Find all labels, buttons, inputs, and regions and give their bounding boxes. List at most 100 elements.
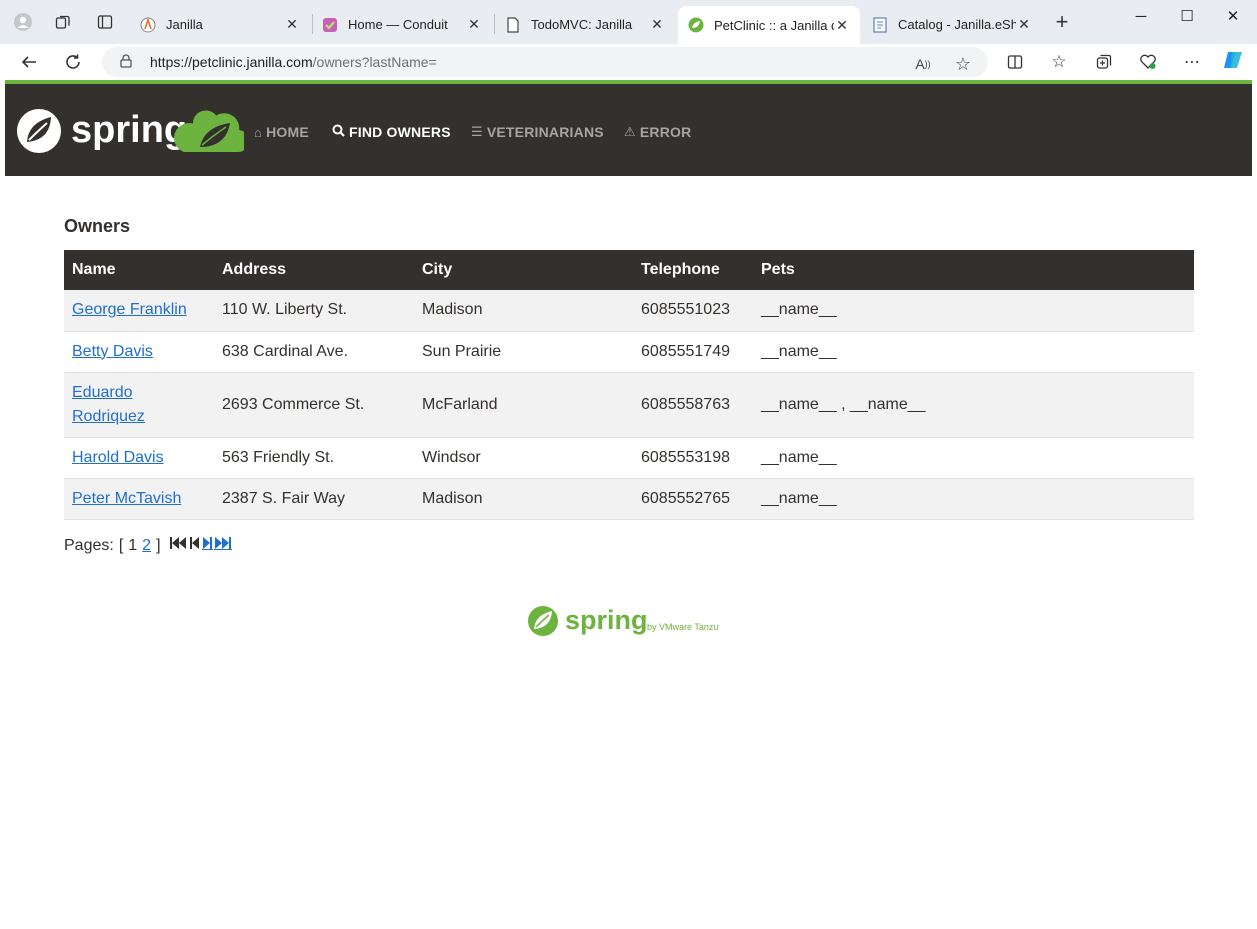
favorites-icon[interactable]: ☆ (1047, 50, 1071, 74)
refresh-icon[interactable] (61, 50, 85, 74)
document-icon (505, 16, 521, 33)
spring-logo[interactable]: spring (16, 107, 249, 155)
owners-table: Name Address City Telephone Pets George … (64, 250, 1194, 520)
browser-essentials-icon[interactable] (1136, 50, 1160, 74)
collections-icon[interactable] (1092, 50, 1116, 74)
previous-page-icon (189, 536, 200, 555)
pets-cell: __name__ , __name__ (753, 372, 1194, 438)
table-row: Peter McTavish 2387 S. Fair Way Madison … (64, 478, 1194, 520)
nav-find-owners[interactable]: FIND OWNERS (332, 124, 451, 140)
owner-link[interactable]: Betty Davis (72, 343, 153, 360)
telephone-cell: 6085558763 (633, 372, 753, 438)
owner-name-cell: Eduardo Rodriquez (64, 372, 214, 438)
owner-link[interactable]: Peter McTavish (72, 490, 181, 507)
column-header-pets[interactable]: Pets (753, 250, 1194, 290)
close-window-icon[interactable]: ✕ (1210, 6, 1256, 26)
page-title: Owners (64, 216, 131, 236)
address-cell: 563 Friendly St. (214, 437, 414, 479)
maximize-icon[interactable]: ☐ (1164, 6, 1210, 26)
nav-home[interactable]: ⌂ HOME (254, 124, 309, 140)
workspaces-icon[interactable] (53, 12, 73, 32)
pagination: Pages: [ 1 2 ] (64, 536, 232, 555)
pets-cell: __name__ (753, 290, 1194, 332)
list-icon: ☰ (471, 124, 483, 139)
footer-tagline: by VMware Tanzu (647, 622, 718, 632)
favorite-star-icon[interactable]: ☆ (952, 53, 974, 75)
city-cell: McFarland (414, 372, 633, 438)
column-header-telephone[interactable]: Telephone (633, 250, 753, 290)
last-page-icon[interactable] (213, 536, 232, 555)
pager-nav (169, 536, 232, 555)
tab-petclinic[interactable]: PetClinic :: a Janilla demonstration ✕ (678, 6, 860, 44)
city-cell: Madison (414, 290, 633, 332)
page-viewport: spring ⌂ HOME FIND OWNERS ☰ VETERINARIAN… (5, 80, 1252, 925)
telephone-cell: 6085552765 (633, 478, 753, 520)
current-page: 1 (128, 536, 138, 554)
next-page-icon[interactable] (201, 536, 213, 555)
nav-home-label: HOME (266, 124, 309, 140)
telephone-cell: 6085553198 (633, 437, 753, 479)
tab-actions-icon[interactable] (95, 12, 115, 32)
close-tab-icon[interactable]: ✕ (649, 16, 665, 33)
brand-text: spring (71, 109, 187, 151)
janilla-icon (140, 16, 156, 33)
catalog-icon (872, 16, 888, 33)
search-icon (332, 124, 345, 140)
address-bar-row: https://petclinic.janilla.com/owners?las… (0, 44, 1257, 80)
pets-cell: __name__ (753, 331, 1194, 373)
close-tab-icon[interactable]: ✕ (466, 16, 482, 33)
first-page-icon (169, 536, 187, 555)
pets-cell: __name__ (753, 437, 1194, 479)
nav-veterinarians[interactable]: ☰ VETERINARIANS (471, 124, 604, 140)
footer-brand-text: spring (565, 605, 648, 635)
column-header-address[interactable]: Address (214, 250, 414, 290)
tab-janilla[interactable]: Janilla ✕ (130, 8, 310, 41)
copilot-icon[interactable] (1221, 48, 1245, 72)
url-path: /owners?lastName= (312, 54, 437, 70)
new-tab-icon[interactable]: + (1052, 9, 1072, 34)
pager-bracket-close: ] (156, 536, 161, 554)
owner-name-cell: Peter McTavish (64, 478, 214, 520)
nav-find-owners-label: FIND OWNERS (349, 124, 451, 140)
page-2-link[interactable]: 2 (142, 537, 151, 555)
more-options-icon[interactable]: ⋯ (1180, 50, 1204, 74)
address-cell: 2387 S. Fair Way (214, 478, 414, 520)
column-header-city[interactable]: City (414, 250, 633, 290)
conduit-icon (322, 17, 338, 33)
tab-title: Janilla (166, 17, 203, 32)
navbar: spring ⌂ HOME FIND OWNERS ☰ VETERINARIAN… (5, 84, 1252, 176)
telephone-cell: 6085551749 (633, 331, 753, 373)
column-header-name[interactable]: Name (64, 250, 214, 290)
tab-title: Catalog - Janilla.eShop (898, 17, 1016, 32)
warning-icon: ⚠ (624, 124, 636, 139)
nav-error-label: ERROR (639, 124, 692, 140)
minimize-icon[interactable]: ─ (1118, 6, 1164, 26)
close-tab-icon[interactable]: ✕ (284, 16, 300, 33)
footer-spring-logo: spring by VMware Tanzu (527, 604, 731, 638)
tab-title: Home — Conduit (348, 17, 448, 32)
city-cell: Madison (414, 478, 633, 520)
owner-link[interactable]: Eduardo Rodriquez (72, 384, 145, 425)
table-row: Eduardo Rodriquez 2693 Commerce St. McFa… (64, 372, 1194, 438)
tab-todomvc[interactable]: TodoMVC: Janilla ✕ (495, 8, 675, 41)
tab-title: PetClinic :: a Janilla demonstration (714, 17, 834, 33)
read-aloud-icon[interactable]: A)) (912, 53, 934, 75)
tab-conduit[interactable]: Home — Conduit ✕ (312, 8, 492, 41)
close-tab-icon[interactable]: ✕ (1016, 16, 1032, 33)
split-screen-icon[interactable] (1003, 50, 1027, 74)
nav-error[interactable]: ⚠ ERROR (624, 124, 691, 140)
close-tab-icon[interactable]: ✕ (834, 17, 850, 34)
browser-tab-bar: Janilla ✕ Home — Conduit ✕ TodoMVC: Jani… (0, 0, 1257, 44)
profile-icon[interactable] (13, 12, 33, 32)
url-field[interactable]: https://petclinic.janilla.com/owners?las… (102, 47, 988, 77)
table-row: Harold Davis 563 Friendly St. Windsor 60… (64, 437, 1194, 479)
back-icon[interactable] (17, 50, 41, 74)
tab-eshop[interactable]: Catalog - Janilla.eShop ✕ (862, 8, 1042, 41)
spring-leaf-icon (688, 17, 704, 33)
owner-name-cell: Betty Davis (64, 331, 214, 373)
address-cell: 2693 Commerce St. (214, 372, 414, 438)
table-row: Betty Davis 638 Cardinal Ave. Sun Prairi… (64, 331, 1194, 373)
address-cell: 638 Cardinal Ave. (214, 331, 414, 373)
owner-link[interactable]: Harold Davis (72, 449, 164, 466)
owner-link[interactable]: George Franklin (72, 301, 187, 318)
